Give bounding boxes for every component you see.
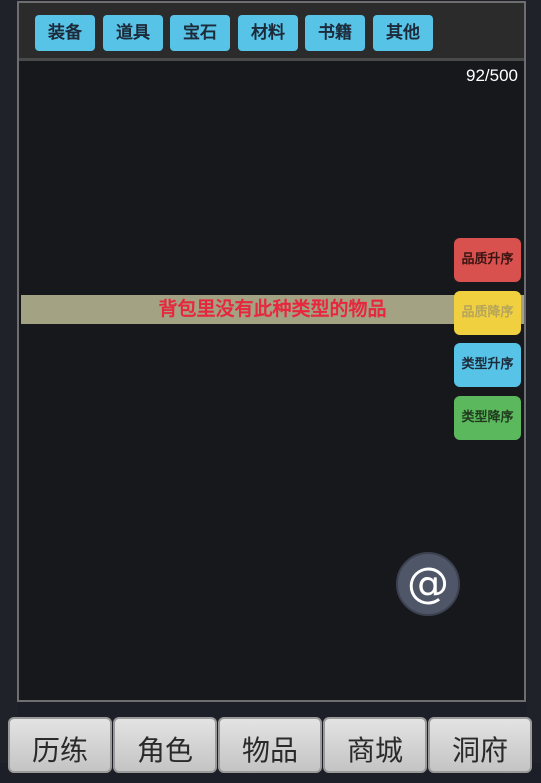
tab-materials[interactable]: 材料 xyxy=(238,15,298,51)
sort-quality-asc-button[interactable]: 品质升序 xyxy=(454,238,521,282)
nav-character[interactable]: 角色 xyxy=(113,717,217,773)
at-icon[interactable]: @ xyxy=(396,552,460,616)
tab-other[interactable]: 其他 xyxy=(373,15,433,51)
category-tab-bar: 装备 道具 宝石 材料 书籍 其他 xyxy=(19,3,524,61)
nav-training[interactable]: 历练 xyxy=(8,717,112,773)
tab-props[interactable]: 道具 xyxy=(103,15,163,51)
bottom-navigation: 历练 角色 物品 商城 洞府 xyxy=(0,714,541,773)
tab-equipment[interactable]: 装备 xyxy=(35,15,95,51)
nav-items[interactable]: 物品 xyxy=(218,717,322,773)
tab-gems[interactable]: 宝石 xyxy=(170,15,230,51)
sort-type-asc-button[interactable]: 类型升序 xyxy=(454,343,521,387)
nav-shop[interactable]: 商城 xyxy=(323,717,427,773)
sort-quality-desc-button[interactable]: 品质降序 xyxy=(454,291,521,335)
left-frame xyxy=(0,0,18,763)
inventory-count: 92/500 xyxy=(466,66,518,85)
right-frame xyxy=(527,0,541,763)
sort-type-desc-button[interactable]: 类型降序 xyxy=(454,396,521,440)
empty-message: 背包里没有此种类型的物品 xyxy=(21,295,524,324)
tab-books[interactable]: 书籍 xyxy=(305,15,365,51)
inventory-panel: 装备 道具 宝石 材料 书籍 其他 92/500 背包里没有此种类型的物品 品质… xyxy=(17,1,526,702)
nav-cave-dwelling[interactable]: 洞府 xyxy=(428,717,532,773)
